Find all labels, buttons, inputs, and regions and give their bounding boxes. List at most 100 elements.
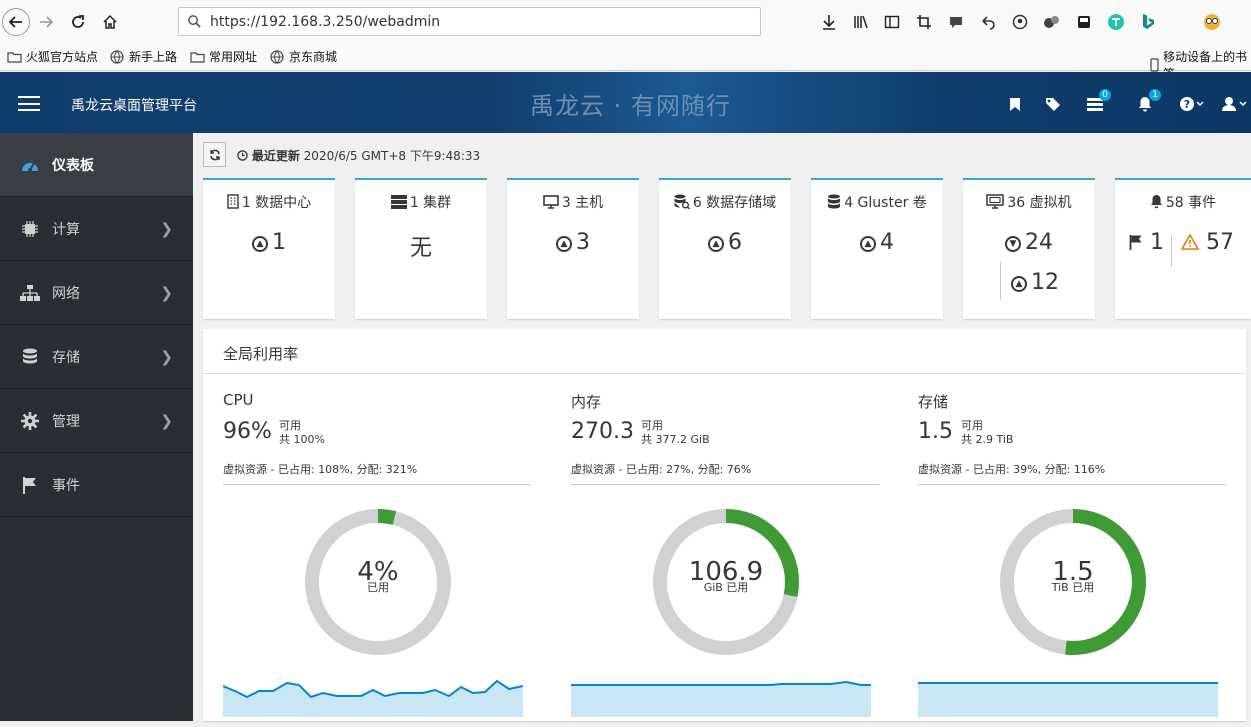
chevron-right-icon: ❯ [160, 347, 173, 366]
storage-donut-chart: 1.5 TiB 已用 [998, 507, 1148, 657]
reload-icon [72, 15, 84, 28]
global-utilization-panel: 全局利用率 CPU 96% 可用 共 100% 虚拟资源 - 已占用: 108%… [203, 329, 1246, 721]
cpu-donut-chart: 4% 已用 [303, 507, 453, 657]
undo-icon[interactable] [978, 12, 998, 32]
chat-icon[interactable] [946, 12, 966, 32]
divider [223, 484, 531, 485]
memory-utilization: 内存 270.3 可用 共 377.2 GiB 虚拟资源 - 已占用: 27%,… [571, 387, 879, 727]
translate-icon[interactable] [1106, 12, 1126, 32]
memory-sparkline [571, 680, 871, 717]
divider [203, 373, 1246, 374]
library-icon[interactable] [851, 12, 871, 32]
up-arrow-icon: ▲ [556, 236, 572, 252]
folder-icon [189, 50, 205, 64]
menu-toggle-button[interactable] [18, 96, 40, 111]
dashboard-icon [20, 155, 40, 175]
card-hosts[interactable]: 3 主机 ▲ 3 [507, 178, 639, 319]
down-arrow-icon: ▼ [1005, 236, 1021, 252]
divider [1171, 235, 1172, 267]
home-icon [103, 14, 117, 29]
home-button[interactable] [96, 8, 124, 36]
storage-domain-icon [674, 194, 690, 210]
sidebar-toggle-icon[interactable] [882, 12, 902, 32]
url-text: https://192.168.3.250/webadmin [210, 13, 441, 30]
browser-toolbar: https://192.168.3.250/webadmin [0, 0, 1251, 44]
database-icon [828, 194, 841, 209]
flag-icon [20, 475, 40, 495]
help-button[interactable]: ? [1179, 94, 1205, 114]
card-events[interactable]: 58 事件 1 57 [1115, 178, 1251, 319]
chevron-right-icon: ❯ [160, 219, 173, 238]
address-bar[interactable]: https://192.168.3.250/webadmin [178, 7, 761, 36]
up-arrow-icon: ▲ [252, 236, 268, 252]
brand-title: 禹龙云桌面管理平台 [71, 98, 197, 114]
screenshot-crop-icon[interactable] [914, 12, 934, 32]
bookmark-firefox[interactable]: 火狐官方站点 [6, 48, 98, 65]
extension-icon[interactable] [1042, 12, 1062, 32]
chevron-right-icon: ❯ [160, 411, 173, 430]
card-clusters[interactable]: 1 集群 无 [355, 178, 487, 319]
bookmark-getting-started[interactable]: 新手上路 [109, 48, 177, 65]
sidebar-item-network[interactable]: 网络 ❯ [0, 261, 193, 325]
profile-avatar-icon[interactable] [1202, 12, 1222, 32]
cpu-sparkline [223, 679, 523, 717]
vm-screen-icon [986, 194, 1005, 209]
last-update: 最近更新 2020/6/5 GMT+8 下午9:48:33 [237, 147, 480, 164]
network-icon [20, 283, 40, 303]
tag-icon[interactable] [1045, 94, 1063, 114]
cpu-utilization: CPU 96% 可用 共 100% 虚拟资源 - 已占用: 108%, 分配: … [223, 387, 531, 727]
globe-icon [109, 49, 125, 64]
sidebar-item-dashboard[interactable]: 仪表板 [0, 133, 193, 197]
globe-icon [269, 49, 285, 64]
account-icon[interactable] [1010, 12, 1030, 32]
card-datacenters[interactable]: 1 数据中心 ▲ 1 [203, 178, 335, 319]
back-arrow-icon [8, 16, 22, 28]
svg-text:?: ? [1184, 98, 1190, 111]
sidebar-item-events[interactable]: 事件 [0, 453, 193, 517]
bookmark-icon[interactable] [1009, 94, 1021, 114]
refresh-button[interactable] [203, 142, 226, 167]
download-icon[interactable] [819, 12, 839, 32]
phone-icon [1150, 58, 1159, 72]
card-storage-domains[interactable]: 6 数据存储域 ▲ 6 [659, 178, 791, 319]
folder-icon [6, 50, 22, 64]
reload-button[interactable] [64, 8, 92, 36]
refresh-icon [209, 149, 220, 160]
storage-sparkline [918, 682, 1218, 717]
chevron-right-icon: ❯ [160, 283, 173, 302]
cpu-available-value: 96% [223, 419, 272, 444]
tasks-button[interactable]: 0 [1087, 89, 1111, 114]
memory-available-value: 270.3 [571, 419, 634, 444]
divider [571, 484, 879, 485]
panel-title: 全局利用率 [223, 345, 299, 363]
bing-icon[interactable] [1138, 12, 1158, 32]
forward-button[interactable] [32, 8, 60, 36]
building-icon [227, 194, 239, 209]
banner-slogan: 禹龙云 · 有网随行 [530, 92, 731, 120]
back-button[interactable] [2, 8, 30, 36]
bookmark-jd[interactable]: 京东商城 [269, 48, 337, 65]
user-menu-button[interactable] [1221, 94, 1249, 114]
bookmarks-bar: 火狐官方站点 新手上路 常用网址 京东商城 移动设备上的书签 [0, 44, 1251, 81]
monitor-icon [543, 195, 559, 209]
divider [918, 484, 1226, 485]
app-header: 禹龙云桌面管理平台 禹龙云 · 有网随行 0 1 ? [0, 72, 1251, 133]
bookmark-common-sites[interactable]: 常用网址 [189, 48, 257, 65]
flag-icon [1129, 235, 1142, 250]
sidebar-item-storage[interactable]: 存储 ❯ [0, 325, 193, 389]
bell-icon [1150, 195, 1162, 209]
up-arrow-icon: ▲ [708, 236, 724, 252]
user-icon [1222, 97, 1247, 111]
sidebar-item-admin[interactable]: 管理 ❯ [0, 389, 193, 453]
save-page-icon[interactable] [1074, 12, 1094, 32]
gear-icon [20, 411, 40, 431]
notifications-button[interactable]: 1 [1137, 89, 1161, 114]
storage-utilization: 存储 1.5 可用 共 2.9 TiB 虚拟资源 - 已占用: 39%, 分配:… [918, 387, 1226, 727]
up-arrow-icon: ▲ [1011, 276, 1027, 292]
card-virtual-machines[interactable]: 36 虚拟机 ▼ 24 ▲ 12 [963, 178, 1095, 319]
sidebar-item-compute[interactable]: 计算 ❯ [0, 197, 193, 261]
warning-triangle-icon [1180, 233, 1200, 250]
database-icon [20, 347, 40, 367]
main-content: 最近更新 2020/6/5 GMT+8 下午9:48:33 1 数据中心 ▲ 1 … [193, 133, 1251, 721]
card-gluster-volumes[interactable]: 4 Gluster 卷 ▲ 4 [811, 178, 943, 319]
